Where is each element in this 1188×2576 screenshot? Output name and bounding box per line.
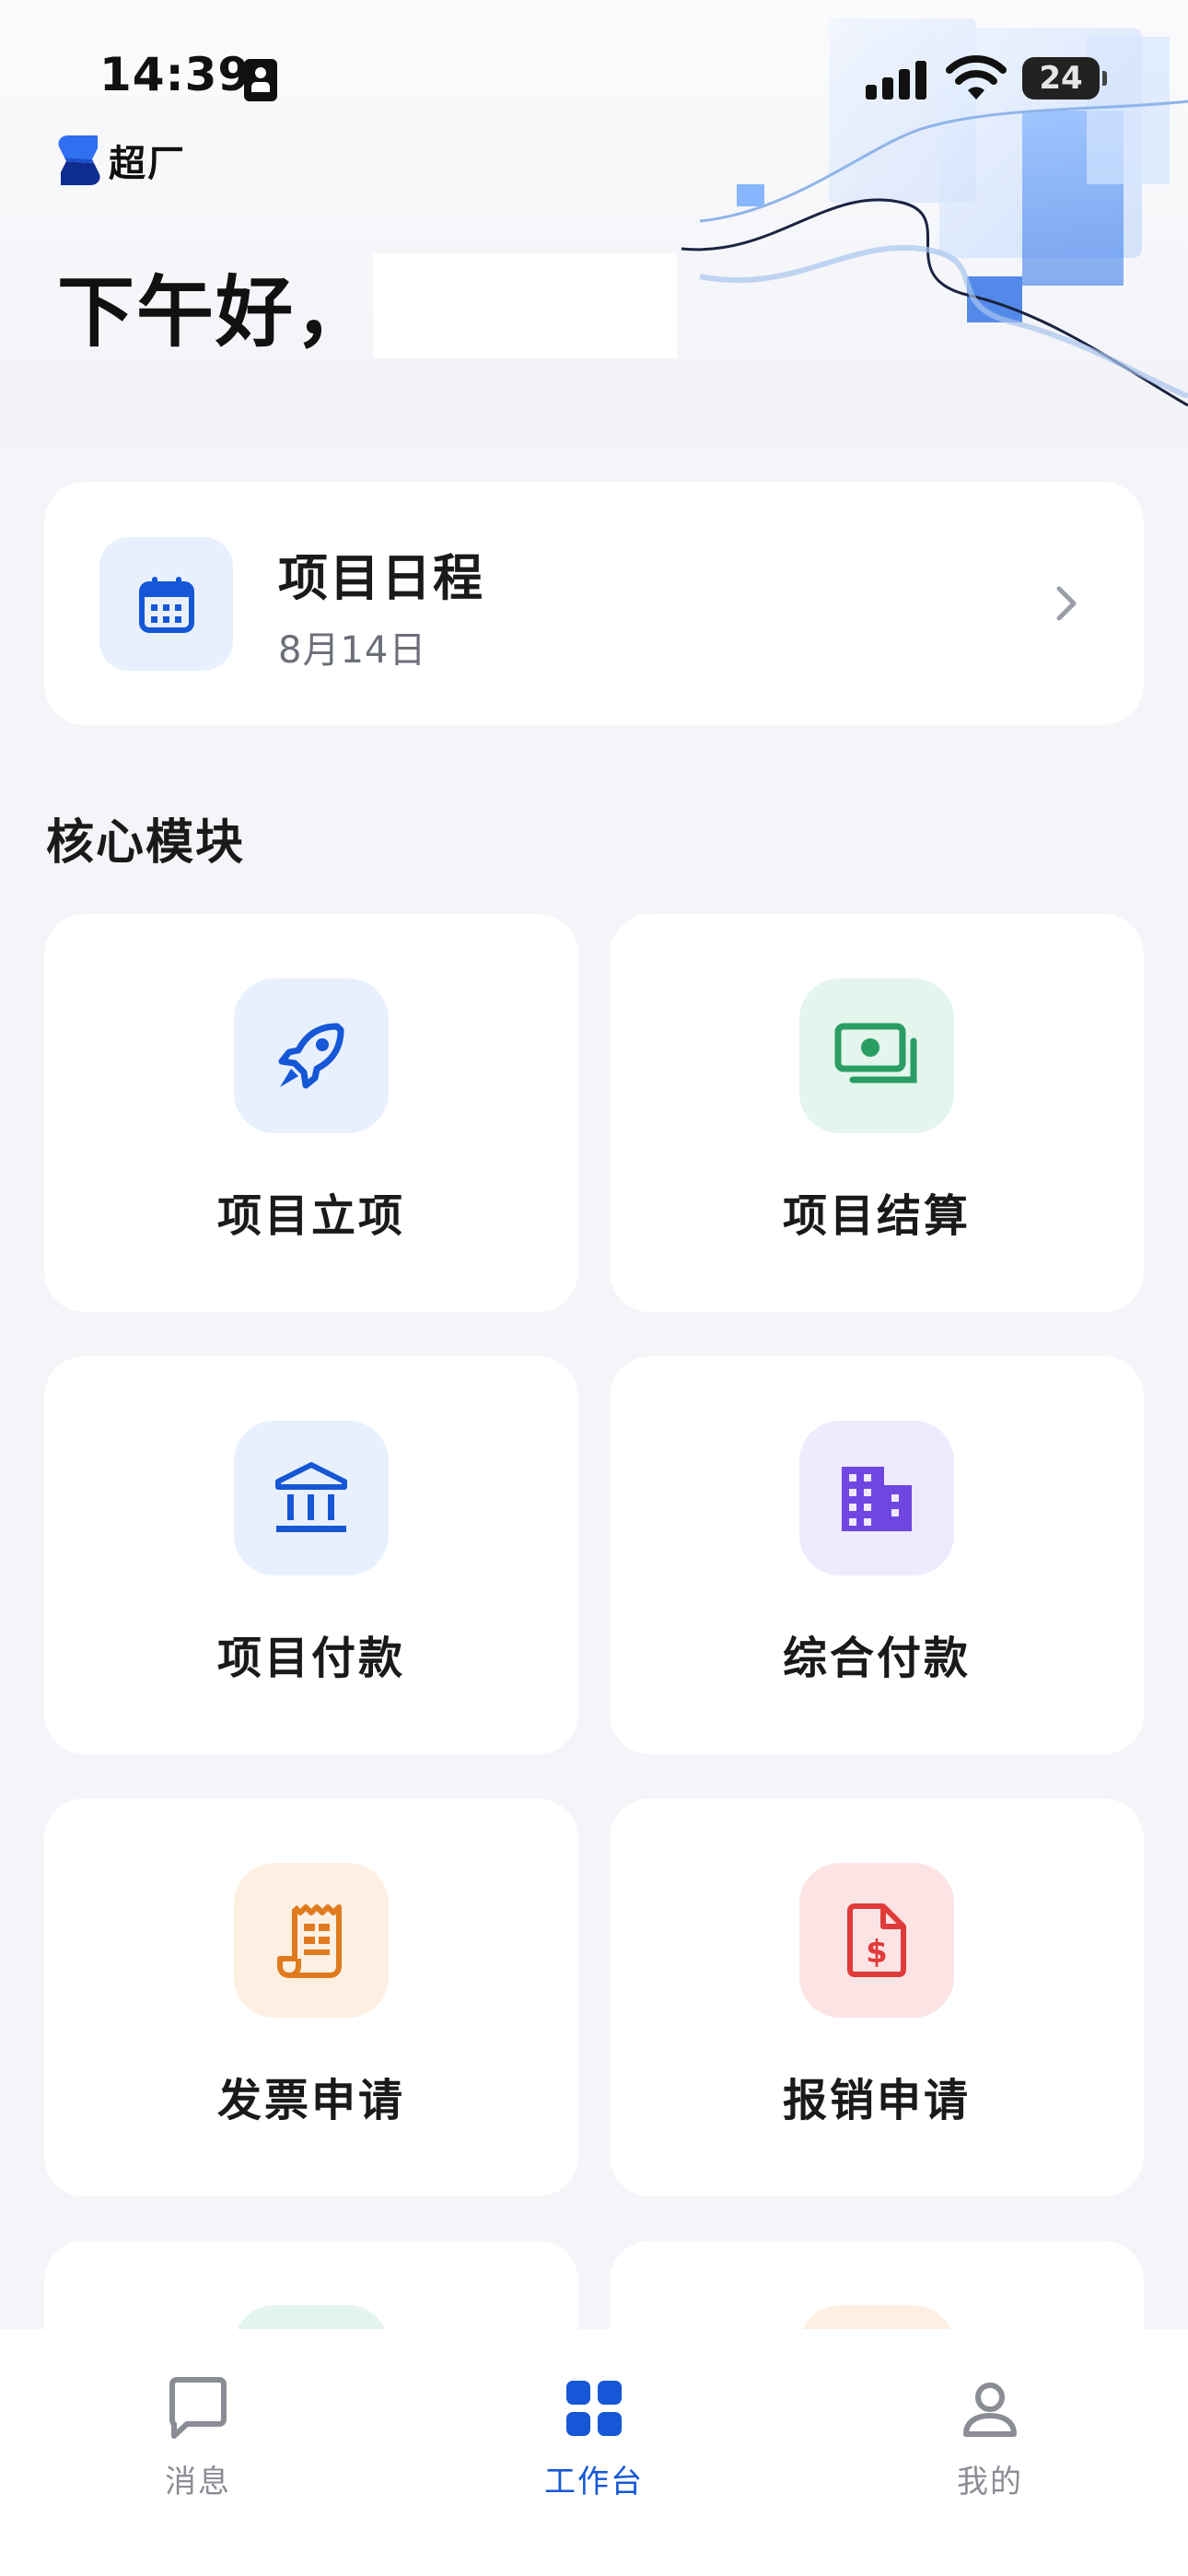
- module-label: 项目结算: [782, 1190, 971, 1242]
- module-icon-tile: $: [799, 1863, 954, 2018]
- tab-label: 消息: [165, 2464, 231, 2500]
- chat-icon: [169, 2377, 227, 2439]
- module-project-initiation[interactable]: 项目立项: [44, 914, 578, 1312]
- grid-icon: [566, 2381, 622, 2436]
- section-title: 核心模块: [46, 815, 246, 871]
- module-invoice-request[interactable]: 发票申请: [44, 1798, 578, 2196]
- module-reimbursement-request[interactable]: $ 报销申请: [610, 1798, 1144, 2196]
- tab-workbench[interactable]: 工作台: [502, 2348, 686, 2500]
- module-label: 报销申请: [782, 2075, 971, 2126]
- status-bar: 14:39 24: [0, 0, 1188, 138]
- calendar-icon: [138, 576, 194, 633]
- schedule-title: 项目日程: [278, 549, 484, 607]
- chevron-right-icon: [1056, 586, 1077, 621]
- status-time: 14:39: [99, 48, 251, 101]
- module-general-payment[interactable]: 综合付款: [610, 1356, 1144, 1754]
- user-name-redacted: [373, 253, 677, 358]
- cellular-signal-icon: [866, 59, 928, 100]
- schedule-date: 8月14日: [278, 629, 427, 672]
- module-project-payment[interactable]: 项目付款: [44, 1356, 578, 1754]
- contact-card-icon: [244, 59, 277, 101]
- module-icon-tile: [234, 1421, 389, 1575]
- bottom-tab-bar: 消息 工作台 我的: [0, 2329, 1188, 2576]
- module-label: 综合付款: [782, 1633, 971, 1684]
- module-icon-tile: [799, 1421, 954, 1575]
- wifi-icon: [946, 55, 1007, 100]
- tab-label: 工作台: [544, 2464, 644, 2500]
- project-schedule-card[interactable]: 项目日程 8月14日: [44, 482, 1144, 725]
- header: 14:39 24 超厂 下午好，: [0, 0, 1188, 447]
- workbench-screen: 14:39 24 超厂 下午好， 项目日程 8月14日 核心模块 项目立项 项目…: [0, 0, 1188, 2576]
- module-label: 项目立项: [216, 1190, 405, 1242]
- svg-text:$: $: [866, 1934, 888, 1971]
- module-icon-tile: [234, 978, 389, 1133]
- battery-icon: 24: [1022, 57, 1107, 100]
- tab-messages[interactable]: 消息: [106, 2348, 290, 2500]
- logo-mark-icon: [58, 135, 100, 185]
- app-logo: 超厂: [55, 131, 186, 190]
- module-project-settlement[interactable]: 项目结算: [610, 914, 1144, 1312]
- logo-text: 超厂: [109, 143, 186, 185]
- module-icon-tile: [234, 1863, 389, 2018]
- calendar-icon-tile: [99, 537, 233, 671]
- building-icon: [842, 1467, 912, 1531]
- module-icon-tile: [799, 978, 954, 1133]
- module-label: 发票申请: [216, 2075, 405, 2126]
- tab-label: 我的: [957, 2464, 1023, 2500]
- bank-icon: [275, 1462, 347, 1532]
- cash-icon: [834, 1023, 917, 1083]
- tab-profile[interactable]: 我的: [898, 2348, 1082, 2500]
- greeting-text: 下午好，: [57, 267, 375, 357]
- receipt-icon: [277, 1904, 342, 1978]
- invoice-dollar-icon: $: [847, 1903, 906, 1977]
- user-icon: [963, 2383, 1017, 2437]
- rocket-icon: [278, 1023, 344, 1089]
- module-label: 项目付款: [216, 1633, 405, 1684]
